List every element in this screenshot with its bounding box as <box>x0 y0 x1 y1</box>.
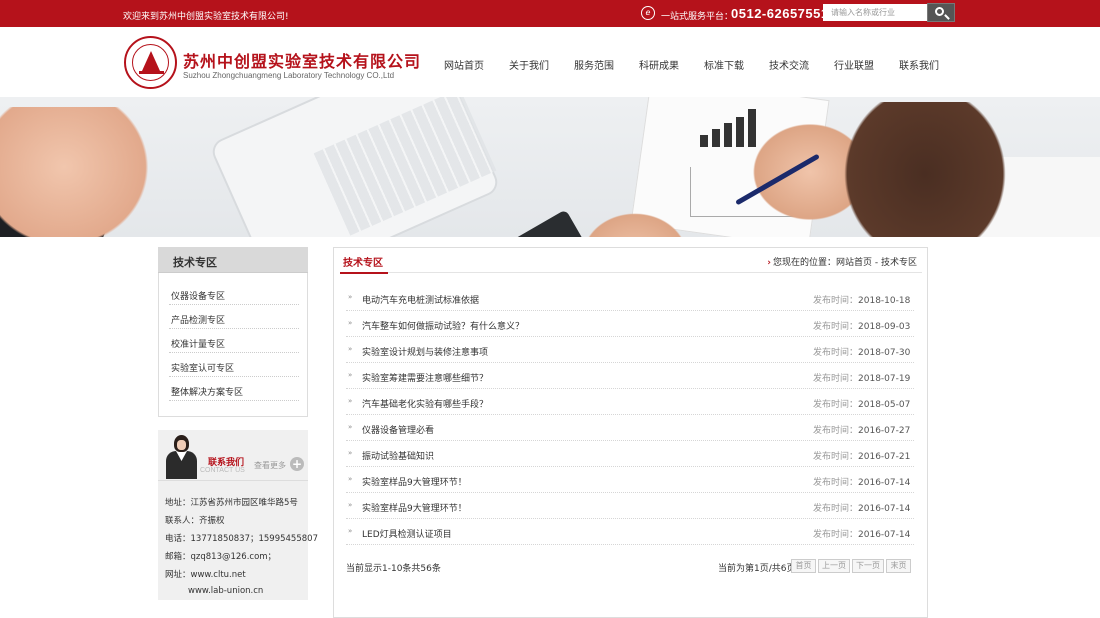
bullet-icon: » <box>348 293 353 301</box>
contact-more-link[interactable]: 查看更多 <box>254 460 286 471</box>
list-item: » 仪器设备管理必看 发布时间：2016-07-27 <box>346 415 914 441</box>
article-date: 发布时间：2016-07-27 <box>813 426 911 436</box>
nav-services[interactable]: 服务范围 <box>574 57 614 72</box>
header: 苏州中创盟实验室技术有限公司 Suzhou Zhongchuangmeng La… <box>0 27 1100 97</box>
bullet-icon: » <box>348 423 353 431</box>
hotline-number: 0512-62657551 <box>731 6 829 21</box>
article-link[interactable]: 实验室样品9大管理环节！ <box>362 475 467 488</box>
sidebar-item-product-testing[interactable]: 产品检测专区 <box>169 306 299 329</box>
list-item: » 振动试验基础知识 发布时间：2016-07-21 <box>346 441 914 467</box>
list-item: » 汽车整车如何做振动试验？有什么意义？ 发布时间：2018-09-03 <box>346 311 914 337</box>
first-page-button[interactable]: 首页 <box>791 559 816 573</box>
sidebar-item-accreditation[interactable]: 实验室认可专区 <box>169 354 299 377</box>
contact-website: 网址：www.cltu.net <box>165 570 246 580</box>
article-link[interactable]: 实验室筹建需要注意哪些细节？ <box>362 371 488 384</box>
article-link[interactable]: 仪器设备管理必看 <box>362 423 434 436</box>
last-page-button[interactable]: 末页 <box>886 559 911 573</box>
contact-website-2: www.lab-union.cn <box>188 586 264 596</box>
sidebar-menu: 仪器设备专区 产品检测专区 校准计量专区 实验室认可专区 整体解决方案专区 <box>158 273 308 417</box>
breadcrumb: › 您现在的位置：网站首页 - 技术专区 <box>767 255 917 268</box>
article-date: 发布时间：2018-09-03 <box>813 322 911 332</box>
bullet-icon: » <box>348 345 353 353</box>
nav-tech[interactable]: 技术交流 <box>769 57 809 72</box>
sidebar-item-calibration[interactable]: 校准计量专区 <box>169 330 299 353</box>
nav-about[interactable]: 关于我们 <box>509 57 549 72</box>
search-input[interactable] <box>823 4 927 21</box>
banner-image <box>0 97 1100 237</box>
chevron-right-icon: › <box>767 258 771 268</box>
customer-service-avatar <box>162 433 202 479</box>
breadcrumb-path[interactable]: 网站首页 - 技术专区 <box>836 258 917 268</box>
article-link[interactable]: 电动汽车充电桩测试标准依据 <box>362 293 479 306</box>
bullet-icon: » <box>348 475 353 483</box>
article-date: 发布时间：2018-07-30 <box>813 348 911 358</box>
article-link[interactable]: LED灯具检测认证项目 <box>362 527 452 540</box>
list-item: » LED灯具检测认证项目 发布时间：2016-07-14 <box>346 519 914 545</box>
list-item: » 电动汽车充电桩测试标准依据 发布时间：2018-10-18 <box>346 285 914 311</box>
bullet-icon: » <box>348 397 353 405</box>
company-name-en: Suzhou Zhongchuangmeng Laboratory Techno… <box>183 71 395 80</box>
article-date: 发布时间：2016-07-14 <box>813 504 911 514</box>
bullet-icon: » <box>348 371 353 379</box>
sidebar-item-instruments[interactable]: 仪器设备专区 <box>169 282 299 305</box>
page-info: 当前为第1页/共6页 <box>718 564 796 574</box>
article-link[interactable]: 振动试验基础知识 <box>362 449 434 462</box>
plus-icon[interactable]: + <box>290 457 304 471</box>
sidebar-item-label: 仪器设备专区 <box>171 292 226 302</box>
top-bar: 欢迎来到苏州中创盟实验室技术有限公司! e 一站式服务平台： 0512-6265… <box>0 0 1100 27</box>
article-link[interactable]: 汽车基础老化实验有哪些手段？ <box>362 397 488 410</box>
article-date: 发布时间：2018-10-18 <box>813 296 911 306</box>
breadcrumb-prefix: 您现在的位置： <box>773 258 837 268</box>
divider <box>340 272 922 274</box>
record-count: 当前显示1-10条共56条 <box>346 564 441 574</box>
divider <box>158 480 308 481</box>
welcome-text: 欢迎来到苏州中创盟实验室技术有限公司! <box>123 12 289 22</box>
contact-box: 联系我们 CONTACT US 查看更多 + 地址：江苏省苏州市园区唯华路5号 … <box>158 430 318 600</box>
prev-page-button[interactable]: 上一页 <box>818 559 850 573</box>
bullet-icon: » <box>348 501 353 509</box>
article-date: 发布时间：2016-07-14 <box>813 478 911 488</box>
bullet-icon: » <box>348 527 353 535</box>
nav-research[interactable]: 科研成果 <box>639 57 679 72</box>
nav-alliance[interactable]: 行业联盟 <box>834 57 874 72</box>
article-date: 发布时间：2016-07-21 <box>813 452 911 462</box>
sidebar-item-label: 校准计量专区 <box>171 340 226 350</box>
company-logo[interactable] <box>124 36 177 89</box>
section-title: 技术专区 <box>343 258 383 269</box>
contact-email: 邮箱：qzq813@126.com； <box>165 552 277 562</box>
article-link[interactable]: 实验室样品9大管理环节！ <box>362 501 467 514</box>
sidebar-item-label: 产品检测专区 <box>171 316 226 326</box>
main-content: 技术专区 › 您现在的位置：网站首页 - 技术专区 » 电动汽车充电桩测试标准依据发… <box>333 247 928 618</box>
nav-standards[interactable]: 标准下载 <box>704 57 744 72</box>
article-date: 发布时间：2016-07-14 <box>813 530 911 540</box>
contact-title-en: CONTACT US <box>200 467 245 474</box>
sidebar-item-solutions[interactable]: 整体解决方案专区 <box>169 378 299 401</box>
list-item: » 实验室筹建需要注意哪些细节？ 发布时间：2018-07-19 <box>346 363 914 389</box>
article-link[interactable]: 汽车整车如何做振动试验？有什么意义？ <box>362 319 524 332</box>
company-name: 苏州中创盟实验室技术有限公司 <box>183 52 422 71</box>
hotline-label: 一站式服务平台： <box>661 12 734 22</box>
sidebar-item-label: 整体解决方案专区 <box>171 388 244 398</box>
sidebar-title: 技术专区 <box>173 256 217 269</box>
sidebar-header: 技术专区 <box>158 247 308 273</box>
bullet-icon: » <box>348 449 353 457</box>
search-button[interactable] <box>927 3 955 22</box>
list-item: » 实验室样品9大管理环节！ 发布时间：2016-07-14 <box>346 467 914 493</box>
list-item: » 汽车基础老化实验有哪些手段？ 发布时间：2018-05-07 <box>346 389 914 415</box>
phone-icon: e <box>641 6 655 20</box>
contact-phone: 电话：13771850837；15995455807 <box>165 534 318 544</box>
search-icon <box>935 7 944 16</box>
sidebar-item-label: 实验室认可专区 <box>171 364 235 374</box>
list-item: » 实验室样品9大管理环节！ 发布时间：2016-07-14 <box>346 493 914 519</box>
list-item: » 实验室设计规划与装修注意事项 发布时间：2018-07-30 <box>346 337 914 363</box>
article-date: 发布时间：2018-05-07 <box>813 400 911 410</box>
nav-home[interactable]: 网站首页 <box>444 57 484 72</box>
contact-address: 地址：江苏省苏州市园区唯华路5号 <box>165 498 298 508</box>
contact-person: 联系人：齐振权 <box>165 516 225 526</box>
next-page-button[interactable]: 下一页 <box>852 559 884 573</box>
article-link[interactable]: 实验室设计规划与装修注意事项 <box>362 345 488 358</box>
nav-contact[interactable]: 联系我们 <box>899 57 939 72</box>
article-date: 发布时间：2018-07-19 <box>813 374 911 384</box>
bullet-icon: » <box>348 319 353 327</box>
